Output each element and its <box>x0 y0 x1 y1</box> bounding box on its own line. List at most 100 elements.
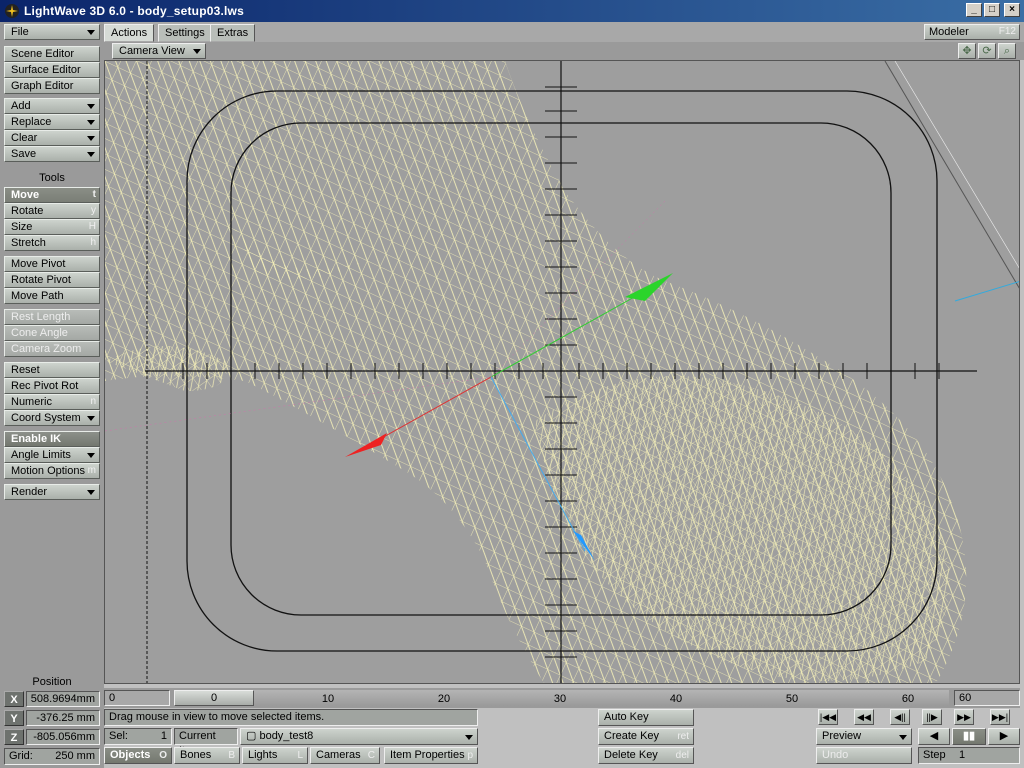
minimize-button[interactable]: _ <box>966 3 982 17</box>
current-item-label: Current Item <box>174 728 238 757</box>
timeline-end-field[interactable]: 60 <box>954 690 1020 706</box>
camera-zoom-button[interactable]: Camera Zoom <box>4 341 100 357</box>
close-button[interactable]: × <box>1004 3 1020 17</box>
left-toolbar: File Scene Editor Surface Editor Graph E… <box>0 22 104 768</box>
next-key-icon[interactable]: ▶▶ <box>954 709 974 725</box>
stretch-label: Stretch <box>11 237 46 249</box>
delete-key-button[interactable]: Delete Key del <box>598 747 694 764</box>
modeler-button[interactable]: Modeler F12 <box>924 24 1020 40</box>
bones-tab[interactable]: Bones B <box>174 747 240 764</box>
reset-button[interactable]: Reset <box>4 362 100 378</box>
save-menu[interactable]: Save <box>4 146 100 162</box>
delete-key-label: Delete Key <box>604 749 658 761</box>
objects-tab[interactable]: Objects O <box>104 747 172 764</box>
chevron-down-icon <box>87 416 95 421</box>
clear-menu[interactable]: Clear <box>4 130 100 146</box>
x-position-field[interactable]: 508.9694mm <box>26 691 100 707</box>
create-key-button[interactable]: Create Key ret <box>598 728 694 745</box>
numeric-label: Numeric <box>11 396 52 408</box>
y-position-field[interactable]: -376.25 mm <box>26 710 100 726</box>
motion-options-label: Motion Options <box>11 465 85 477</box>
frame-slider[interactable]: 0 <box>174 690 254 706</box>
add-menu[interactable]: Add <box>4 98 100 114</box>
size-tool-button[interactable]: Size H <box>4 219 100 235</box>
z-axis-toggle[interactable]: Z <box>4 729 24 745</box>
stretch-shortcut: h <box>90 237 96 248</box>
render-menu[interactable]: Render <box>4 484 100 500</box>
grid-size-field[interactable]: Grid: 250 mm <box>4 748 100 765</box>
step-field[interactable]: Step 1 <box>918 747 1020 764</box>
step-value: 1 <box>959 749 966 761</box>
maximize-button[interactable]: □ <box>984 3 1000 17</box>
move-tool-button[interactable]: Move t <box>4 187 100 203</box>
numeric-button[interactable]: Numeric n <box>4 394 100 410</box>
coord-system-menu[interactable]: Coord System <box>4 410 100 426</box>
pan-icon[interactable]: ✥ <box>958 43 976 59</box>
next-frame-icon[interactable]: ||▶ <box>922 709 942 725</box>
tools-heading: Tools <box>39 172 65 184</box>
y-axis-toggle[interactable]: Y <box>4 710 24 726</box>
cone-angle-button[interactable]: Cone Angle <box>4 325 100 341</box>
play-reverse-icon[interactable]: ◀ <box>918 728 950 745</box>
chevron-down-icon <box>899 735 907 740</box>
lights-tab[interactable]: Lights L <box>242 747 308 764</box>
clear-label: Clear <box>11 132 38 144</box>
tick-label: 40 <box>669 693 683 705</box>
grid-label: Grid: <box>9 750 33 762</box>
cameras-tab[interactable]: Cameras C <box>310 747 380 764</box>
size-shortcut: H <box>88 221 96 232</box>
bones-shortcut: B <box>228 750 235 761</box>
undo-button[interactable]: Undo <box>816 747 912 764</box>
motion-options-button[interactable]: Motion Options m <box>4 463 100 479</box>
save-label: Save <box>11 148 37 160</box>
rotate-view-icon[interactable]: ⟳ <box>978 43 996 59</box>
prev-frame-icon[interactable]: ◀|| <box>890 709 910 725</box>
tab-actions[interactable]: Actions <box>104 24 155 42</box>
rotate-tool-button[interactable]: Rotate y <box>4 203 100 219</box>
delete-key-shortcut: del <box>675 750 689 761</box>
pause-icon[interactable]: ▮▮ <box>952 728 986 745</box>
enable-ik-button[interactable]: Enable IK <box>4 431 100 447</box>
play-forward-icon[interactable]: ▶ <box>988 728 1020 745</box>
zoom-icon[interactable]: ⌕ <box>998 43 1016 59</box>
grid-value: 250 mm <box>55 750 95 762</box>
tab-extras[interactable]: Extras <box>210 24 256 42</box>
timeline-start-field[interactable]: 0 <box>104 690 170 706</box>
item-properties-label: Item Properties <box>390 749 465 761</box>
auto-key-button[interactable]: Auto Key <box>598 709 694 726</box>
preview-menu[interactable]: Preview <box>816 728 912 745</box>
chevron-down-icon <box>87 453 95 458</box>
chevron-down-icon <box>465 735 473 740</box>
graph-editor-button[interactable]: Graph Editor <box>4 78 100 94</box>
tick-label: 10 <box>321 693 335 705</box>
camera-viewport[interactable] <box>104 60 1020 684</box>
z-position-field[interactable]: -805.056mm <box>26 729 100 745</box>
move-path-button[interactable]: Move Path <box>4 288 100 304</box>
rotate-pivot-button[interactable]: Rotate Pivot <box>4 272 100 288</box>
angle-limits-menu[interactable]: Angle Limits <box>4 447 100 463</box>
view-mode-select[interactable]: Camera View <box>112 43 206 59</box>
file-menu[interactable]: File <box>4 24 100 40</box>
viewport-header: Camera View ✥ ⟳ ⌕ <box>104 42 1024 60</box>
rotate-shortcut: y <box>91 205 96 216</box>
timeline-ruler[interactable]: 0 10 20 30 40 50 60 <box>174 690 949 706</box>
prev-key-icon[interactable]: ◀◀ <box>854 709 874 725</box>
scene-editor-button[interactable]: Scene Editor <box>4 46 100 62</box>
first-frame-icon[interactable]: |◀◀ <box>818 709 838 725</box>
last-frame-icon[interactable]: ▶▶| <box>990 709 1010 725</box>
replace-label: Replace <box>11 116 52 128</box>
move-pivot-button[interactable]: Move Pivot <box>4 256 100 272</box>
current-item-select[interactable]: ▢ body_test8 <box>240 728 478 745</box>
surface-editor-button[interactable]: Surface Editor <box>4 62 100 78</box>
bones-label: Bones <box>180 749 212 761</box>
x-axis-toggle[interactable]: X <box>4 691 24 707</box>
rec-pivot-rot-button[interactable]: Rec Pivot Rot <box>4 378 100 394</box>
item-properties-button[interactable]: Item Properties p <box>384 747 478 764</box>
sel-label: Sel: <box>109 730 128 742</box>
create-key-label: Create Key <box>604 730 660 742</box>
status-bar: Drag mouse in view to move selected item… <box>104 709 478 726</box>
rest-length-button[interactable]: Rest Length <box>4 309 100 325</box>
tab-settings[interactable]: Settings <box>158 24 212 42</box>
stretch-tool-button[interactable]: Stretch h <box>4 235 100 251</box>
replace-menu[interactable]: Replace <box>4 114 100 130</box>
